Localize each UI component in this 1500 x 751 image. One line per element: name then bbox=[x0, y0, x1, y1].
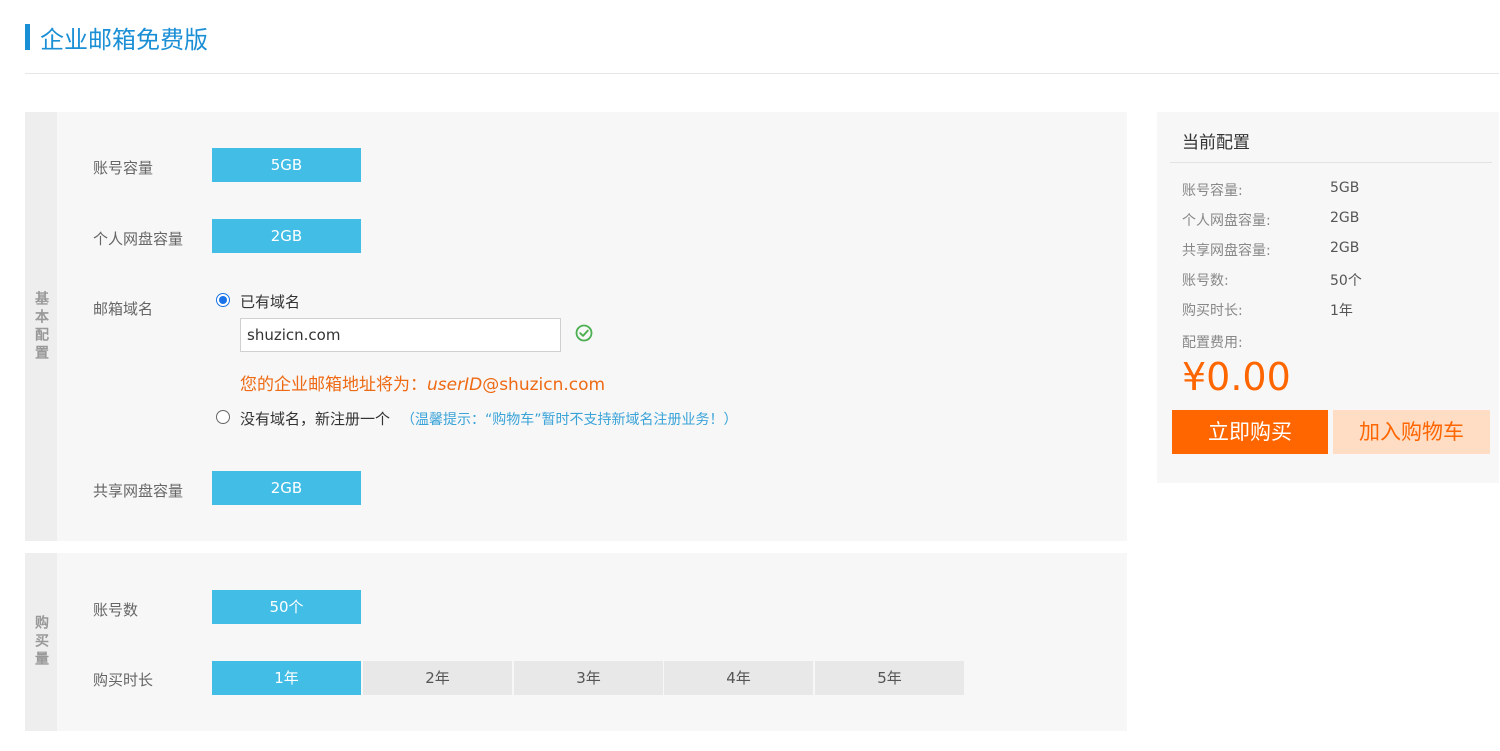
radio-new-domain[interactable] bbox=[216, 410, 230, 424]
config-row-value: 2GB bbox=[1330, 240, 1360, 256]
account-count-option[interactable]: 50个 bbox=[212, 590, 361, 624]
config-row-label: 账号数: bbox=[1182, 273, 1229, 289]
config-row-value: 5GB bbox=[1330, 180, 1360, 196]
new-domain-label[interactable]: 没有域名，新注册一个 bbox=[240, 408, 390, 429]
header-divider bbox=[25, 73, 1499, 74]
duration-option-5[interactable]: 5年 bbox=[815, 661, 964, 695]
duration-option-3[interactable]: 3年 bbox=[514, 661, 663, 695]
page-header: 企业邮箱免费版 bbox=[25, 22, 208, 54]
add-to-cart-button[interactable]: 加入购物车 bbox=[1333, 410, 1490, 454]
shared-disk-label: 共享网盘容量 bbox=[93, 482, 184, 500]
duration-option-1[interactable]: 1年 bbox=[212, 661, 361, 695]
account-capacity-option[interactable]: 5GB bbox=[212, 148, 361, 182]
address-user: userID bbox=[427, 375, 483, 395]
cart-tip: （温馨提示：“购物车”暂时不支持新域名注册业务！） bbox=[401, 412, 738, 428]
duration-option-2[interactable]: 2年 bbox=[363, 661, 512, 695]
shared-disk-option[interactable]: 2GB bbox=[212, 471, 361, 505]
email-address-preview: 您的企业邮箱地址将为：userID@shuzicn.com bbox=[240, 370, 605, 395]
address-prefix: 您的企业邮箱地址将为： bbox=[240, 375, 427, 395]
current-config-panel: 当前配置 账号容量: 5GB 个人网盘容量: 2GB 共享网盘容量: 2GB 账… bbox=[1157, 112, 1499, 483]
purchase-tab-label: 购买量 bbox=[33, 615, 49, 669]
config-divider bbox=[1170, 162, 1492, 163]
existing-domain-label[interactable]: 已有域名 bbox=[240, 291, 300, 312]
domain-input[interactable] bbox=[240, 318, 561, 352]
config-row-value: 50个 bbox=[1330, 273, 1362, 289]
config-fee-label: 配置费用: bbox=[1182, 335, 1243, 351]
account-count-label: 账号数 bbox=[93, 601, 139, 619]
basic-config-panel: 基本配置 账号容量 5GB 个人网盘容量 2GB 邮箱域名 已有域名 您的企业邮… bbox=[25, 112, 1127, 541]
title-accent-bar bbox=[25, 24, 30, 50]
config-row-value: 1年 bbox=[1330, 303, 1353, 319]
config-title: 当前配置 bbox=[1182, 133, 1250, 153]
radio-existing-domain[interactable] bbox=[216, 293, 230, 307]
personal-disk-option[interactable]: 2GB bbox=[212, 219, 361, 253]
config-row-value: 2GB bbox=[1330, 210, 1360, 226]
config-row-label: 账号容量: bbox=[1182, 183, 1243, 199]
personal-disk-label: 个人网盘容量 bbox=[93, 230, 184, 248]
config-row-label: 共享网盘容量: bbox=[1182, 243, 1271, 259]
duration-label: 购买时长 bbox=[93, 671, 154, 689]
check-circle-icon bbox=[575, 324, 593, 346]
mail-domain-label: 邮箱域名 bbox=[93, 300, 154, 318]
purchase-tab: 购买量 bbox=[25, 553, 57, 731]
page-title: 企业邮箱免费版 bbox=[40, 25, 208, 54]
duration-option-4[interactable]: 4年 bbox=[664, 661, 813, 695]
config-row-label: 购买时长: bbox=[1182, 303, 1243, 319]
address-domain: @shuzicn.com bbox=[482, 375, 606, 395]
config-price: ¥0.00 bbox=[1182, 355, 1291, 399]
purchase-panel: 购买量 账号数 50个 购买时长 1年 2年 3年 4年 5年 bbox=[25, 553, 1127, 731]
account-capacity-label: 账号容量 bbox=[93, 159, 154, 177]
basic-config-tab-label: 基本配置 bbox=[33, 290, 49, 363]
config-row-label: 个人网盘容量: bbox=[1182, 213, 1271, 229]
buy-now-button[interactable]: 立即购买 bbox=[1172, 410, 1328, 454]
basic-config-tab: 基本配置 bbox=[25, 112, 57, 541]
